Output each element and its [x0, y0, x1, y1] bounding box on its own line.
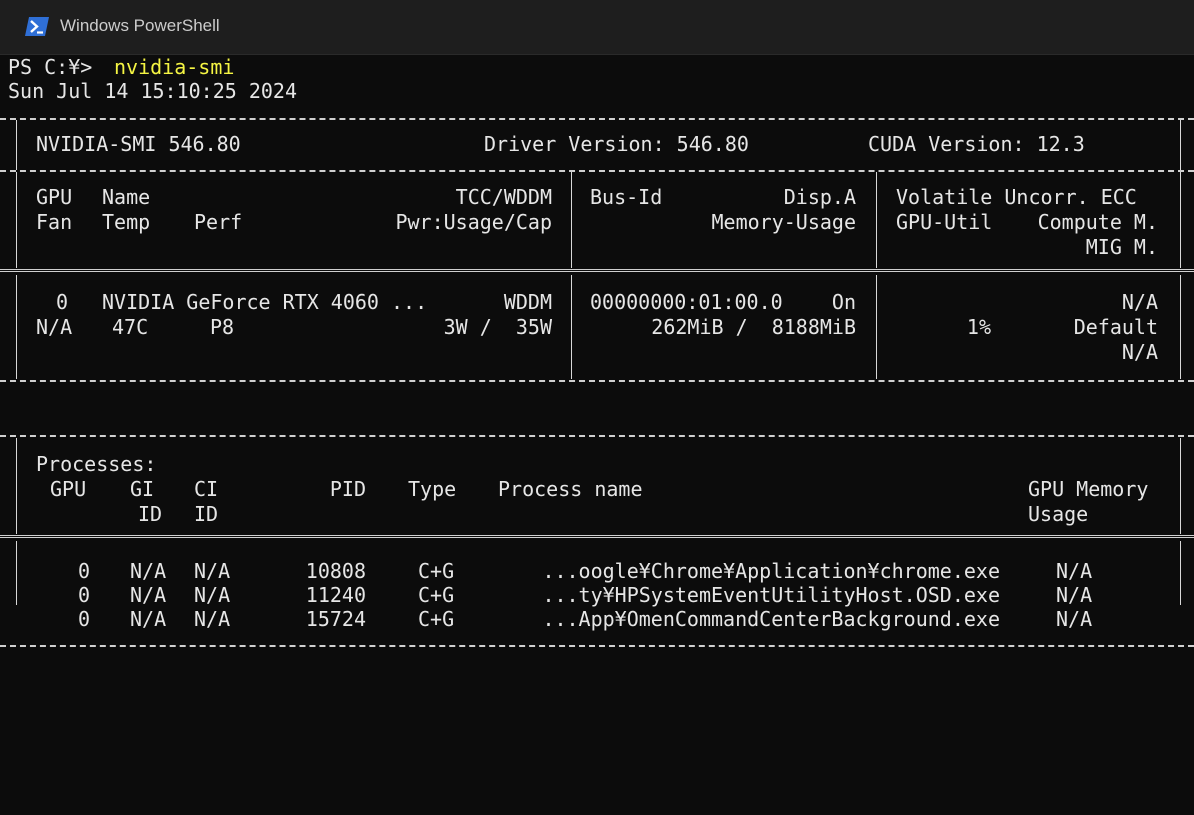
- process-mem: N/A: [1056, 559, 1093, 583]
- process-type: C+G: [418, 583, 455, 607]
- col-volatile: Volatile Uncorr. ECC: [896, 185, 1137, 209]
- col-gpu-util: GPU-Util: [896, 210, 993, 234]
- col-mig: MIG M.: [1085, 235, 1158, 259]
- table-separator: [0, 269, 1194, 272]
- processes-header-row-1: GPU GI CI PID Type Process name GPU Memo…: [0, 478, 1194, 501]
- process-type: C+G: [418, 559, 455, 583]
- process-name: ...oogle¥Chrome¥Application¥chrome.exe: [542, 559, 1000, 583]
- process-gi: N/A: [130, 583, 167, 607]
- proc-col-mem: GPU Memory: [1028, 477, 1149, 501]
- gpu-mode: WDDM: [503, 290, 552, 314]
- process-mem: N/A: [1056, 607, 1093, 631]
- col-perf: Perf: [194, 210, 243, 234]
- proc-col-gpu: GPU: [50, 477, 87, 501]
- driver-version: Driver Version: 546.80: [484, 132, 749, 156]
- col-memory-usage: Memory-Usage: [711, 210, 857, 234]
- processes-title-row: Processes:: [0, 453, 1194, 476]
- processes-title: Processes:: [36, 452, 157, 476]
- smi-header-row: NVIDIA-SMI 546.80 Driver Version: 546.80…: [0, 133, 1194, 156]
- col-gpu: GPU: [36, 185, 73, 209]
- gpu-memory: 262MiB / 8188MiB: [651, 315, 856, 339]
- console-output[interactable]: PS C:¥> nvidia-smi Sun Jul 14 15:10:25 2…: [0, 54, 1194, 658]
- gpu-index: 0: [56, 290, 69, 314]
- gpu-bus-id: 00000000:01:00.0: [590, 290, 783, 314]
- gpu-perf: P8: [210, 315, 235, 339]
- process-row: 0 N/A N/A 15724 C+G ...App¥OmenCommandCe…: [0, 608, 1194, 631]
- proc-col-pid: PID: [329, 477, 366, 501]
- process-gi: N/A: [130, 559, 167, 583]
- gpu-mig: N/A: [1121, 340, 1158, 364]
- gpu-row-1: 0 NVIDIA GeForce RTX 4060 ... WDDM 00000…: [0, 291, 1194, 314]
- process-row: 0 N/A N/A 10808 C+G ...oogle¥Chrome¥Appl…: [0, 560, 1194, 583]
- process-ci: N/A: [194, 583, 231, 607]
- process-name: ...App¥OmenCommandCenterBackground.exe: [542, 607, 1000, 631]
- timestamp: Sun Jul 14 15:10:25 2024: [8, 79, 297, 103]
- process-type: C+G: [418, 607, 455, 631]
- smi-version: NVIDIA-SMI 546.80: [36, 132, 241, 156]
- gpu-util: 1%: [966, 315, 991, 339]
- prompt-line: PS C:¥> nvidia-smi: [0, 56, 1194, 79]
- gpu-name: NVIDIA GeForce RTX 4060 ...: [102, 290, 428, 314]
- gpu-fan: N/A: [36, 315, 73, 339]
- col-compute: Compute M.: [1037, 210, 1158, 234]
- process-pid: 11240: [305, 583, 366, 607]
- proc-col-mem-usage: Usage: [1028, 502, 1089, 526]
- process-pid: 10808: [305, 559, 366, 583]
- title-bar[interactable]: Windows PowerShell: [0, 0, 1194, 55]
- process-ci: N/A: [194, 607, 231, 631]
- processes-separator: [0, 535, 1194, 538]
- column-header-row-3: MIG M.: [0, 236, 1194, 259]
- gpu-row-2: N/A 47C P8 3W / 35W 262MiB / 8188MiB 1% …: [0, 316, 1194, 339]
- powershell-window: Windows PowerShell PS C:¥> nvidia-smi Su…: [0, 0, 1194, 658]
- gpu-temp: 47C: [112, 315, 149, 339]
- gpu-disp: On: [831, 290, 856, 314]
- col-fan: Fan: [36, 210, 73, 234]
- gpu-row-3: N/A: [0, 341, 1194, 364]
- timestamp-line: Sun Jul 14 15:10:25 2024: [0, 80, 1194, 103]
- cuda-version: CUDA Version: 12.3: [868, 132, 1085, 156]
- process-gi: N/A: [130, 607, 167, 631]
- command-text: nvidia-smi: [114, 55, 235, 79]
- proc-col-name: Process name: [498, 477, 643, 501]
- col-tcc: TCC/WDDM: [455, 185, 552, 209]
- table-border-bottom: [0, 380, 1194, 382]
- process-mem: N/A: [1056, 583, 1093, 607]
- window-title: Windows PowerShell: [60, 16, 220, 35]
- proc-col-type: Type: [408, 477, 457, 501]
- process-gpu: 0: [78, 607, 91, 631]
- col-temp: Temp: [102, 210, 151, 234]
- column-header-row-2: Fan Temp Perf Pwr:Usage/Cap Memory-Usage…: [0, 211, 1194, 234]
- process-gpu: 0: [78, 583, 91, 607]
- powershell-icon: [25, 17, 49, 36]
- prompt: PS C:¥>: [8, 55, 93, 79]
- proc-col-ci-id: ID: [194, 502, 219, 526]
- process-ci: N/A: [194, 559, 231, 583]
- col-disp: Disp.A: [783, 185, 856, 209]
- table-divider: [0, 170, 1194, 172]
- process-gpu: 0: [78, 559, 91, 583]
- process-pid: 15724: [305, 607, 366, 631]
- processes-header-row-2: ID ID Usage: [0, 503, 1194, 526]
- process-row: 0 N/A N/A 11240 C+G ...ty¥HPSystemEventU…: [0, 584, 1194, 607]
- proc-col-ci: CI: [194, 477, 219, 501]
- process-name: ...ty¥HPSystemEventUtilityHost.OSD.exe: [542, 583, 1000, 607]
- col-pwr: Pwr:Usage/Cap: [395, 210, 552, 234]
- gpu-ecc: N/A: [1121, 290, 1158, 314]
- col-name: Name: [102, 185, 151, 209]
- gpu-power: 3W / 35W: [443, 315, 552, 339]
- gpu-compute: Default: [1073, 315, 1158, 339]
- table-border-top: [0, 118, 1194, 120]
- proc-col-gi-id: ID: [138, 502, 163, 526]
- proc-col-gi: GI: [130, 477, 155, 501]
- col-bus-id: Bus-Id: [590, 185, 663, 209]
- processes-border-bottom: [0, 645, 1194, 647]
- column-header-row-1: GPU Name TCC/WDDM Bus-Id Disp.A Volatile…: [0, 186, 1194, 209]
- processes-border-top: [0, 435, 1194, 437]
